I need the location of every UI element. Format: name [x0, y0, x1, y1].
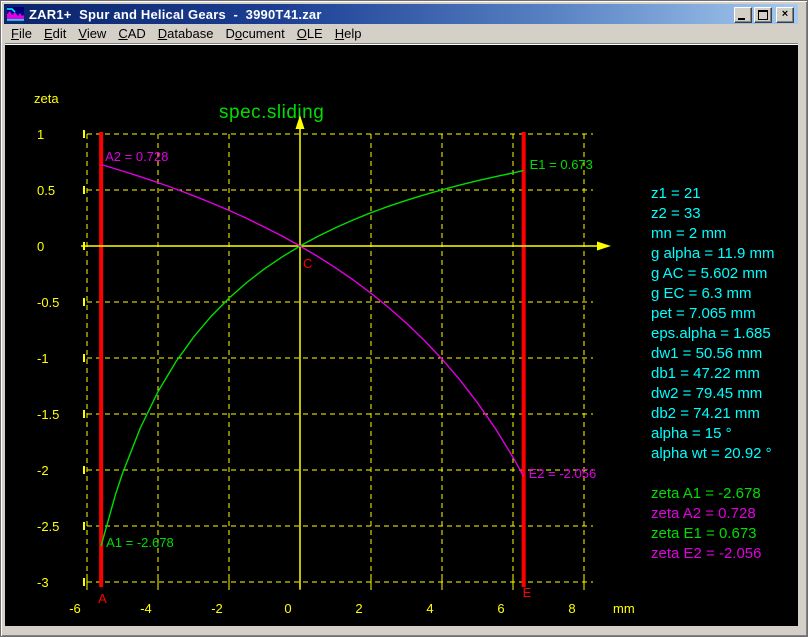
y-tick-label: -1 — [37, 351, 49, 366]
y-tick-label: -2 — [37, 463, 49, 478]
x-tick-label: -6 — [53, 601, 97, 616]
x-tick-label: 2 — [337, 601, 381, 616]
title-bar[interactable]: ZAR1+ Spur and Helical Gears - 3990T41.z… — [4, 4, 798, 24]
panel-param-line: z1 = 21 — [651, 185, 701, 202]
menu-item-database[interactable]: Database — [152, 25, 220, 42]
minimize-button[interactable] — [734, 7, 752, 23]
menu-item-cad[interactable]: CAD — [112, 25, 151, 42]
x-tick-label: -2 — [195, 601, 239, 616]
menu-item-help[interactable]: Help — [329, 25, 368, 42]
panel-param-line: eps.alpha = 1.685 — [651, 325, 771, 342]
app-icon — [7, 7, 24, 21]
panel-zeta-line: zeta A2 = 0.728 — [651, 505, 756, 522]
panel-zeta-line: zeta A1 = -2.678 — [651, 485, 761, 502]
panel-param-line: dw2 = 79.45 mm — [651, 385, 762, 402]
chart-canvas: spec.sliding zeta mm -6-4-20246810.50-0.… — [5, 45, 798, 626]
panel-param-line: g AC = 5.602 mm — [651, 265, 767, 282]
x-tick-label: 8 — [550, 601, 594, 616]
panel-param-line: db1 = 47.22 mm — [651, 365, 760, 382]
maximize-icon — [758, 10, 768, 20]
annotation-E2: E2 = -2.056 — [529, 466, 597, 481]
menu-item-document[interactable]: Document — [219, 25, 290, 42]
maximize-button[interactable] — [754, 7, 772, 23]
minimize-icon — [738, 18, 745, 20]
y-tick-label: -3 — [37, 575, 49, 590]
panel-param-line: dw1 = 50.56 mm — [651, 345, 762, 362]
annotation-A1: A1 = -2.678 — [106, 535, 174, 550]
panel-param-line: g alpha = 11.9 mm — [651, 245, 775, 262]
y-tick-label: -2.5 — [37, 519, 59, 534]
close-button[interactable]: × — [776, 7, 794, 23]
menu-item-view[interactable]: View — [72, 25, 112, 42]
y-tick-label: 0 — [37, 239, 44, 254]
x-tick-label: 6 — [479, 601, 523, 616]
x-tick-label: -4 — [124, 601, 168, 616]
panel-param-line: z2 = 33 — [651, 205, 701, 222]
annotation-E1: E1 = 0.673 — [530, 157, 593, 172]
panel-zeta-line: zeta E1 = 0.673 — [651, 525, 757, 542]
panel-zeta-line: zeta E2 = -2.056 — [651, 545, 762, 562]
panel-param-line: db2 = 74.21 mm — [651, 405, 760, 422]
menu-item-ole[interactable]: OLE — [291, 25, 329, 42]
menu-item-file[interactable]: File — [5, 25, 38, 42]
y-tick-label: -0.5 — [37, 295, 59, 310]
annotation-C: C — [303, 256, 312, 271]
panel-param-line: alpha wt = 20.92 ° — [651, 445, 772, 462]
annotation-A2: A2 = 0.728 — [105, 149, 168, 164]
x-tick-label: 0 — [266, 601, 310, 616]
panel-param-line: pet = 7.065 mm — [651, 305, 756, 322]
y-tick-label: 1 — [37, 127, 44, 142]
annotation-A: A — [98, 591, 107, 606]
panel-param-line: mn = 2 mm — [651, 225, 726, 242]
window-title: ZAR1+ Spur and Helical Gears - 3990T41.z… — [29, 7, 322, 22]
app-window: ZAR1+ Spur and Helical Gears - 3990T41.z… — [0, 0, 808, 637]
panel-param-line: alpha = 15 ° — [651, 425, 732, 442]
menu-bar: FileEditViewCADDatabaseDocumentOLEHelp — [5, 24, 798, 44]
y-tick-label: 0.5 — [37, 183, 55, 198]
annotation-E: E — [523, 585, 532, 600]
x-axis-unit: mm — [613, 601, 635, 616]
close-icon: × — [782, 8, 788, 20]
y-axis-title: zeta — [34, 91, 59, 106]
menu-item-edit[interactable]: Edit — [38, 25, 72, 42]
y-tick-label: -1.5 — [37, 407, 59, 422]
panel-param-line: g EC = 6.3 mm — [651, 285, 751, 302]
curve-zeta2-gear — [101, 165, 523, 477]
x-tick-label: 4 — [408, 601, 452, 616]
